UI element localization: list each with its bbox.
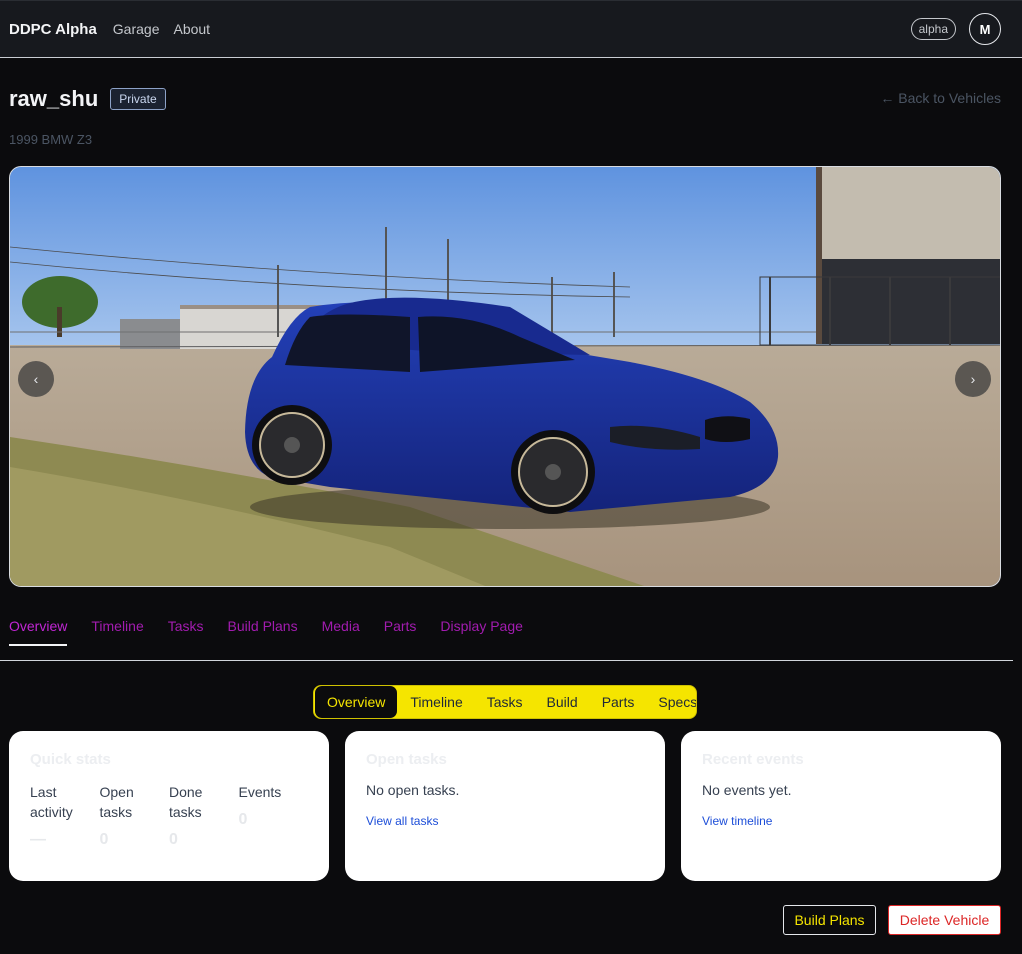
brand-logo[interactable]: DDPC Alpha <box>9 21 97 38</box>
user-avatar[interactable]: M <box>969 13 1001 45</box>
stat-label: Events <box>238 784 282 800</box>
vehicle-title-row: raw_shu Private <box>9 86 166 112</box>
tab-display-page[interactable]: Display Page <box>440 618 523 646</box>
open-tasks-empty: No open tasks. <box>366 782 460 798</box>
stat-done-tasks: Done tasks 0 <box>169 782 239 850</box>
quick-stats-grid: Last activity — Open tasks 0 Done tasks … <box>30 782 308 850</box>
view-all-tasks-link[interactable]: View all tasks <box>366 814 438 828</box>
recent-events-empty: No events yet. <box>702 782 792 798</box>
tab-build-plans[interactable]: Build Plans <box>228 618 298 646</box>
photo-carousel: ‹ › <box>9 166 1001 587</box>
stat-value: 0 <box>238 811 248 828</box>
tab-media[interactable]: Media <box>322 618 360 646</box>
vehicle-tabs: Overview Timeline Tasks Build Plans Medi… <box>9 618 523 646</box>
nav-garage-link[interactable]: Garage <box>113 21 160 37</box>
visibility-badge: Private <box>110 88 166 110</box>
segment-specs[interactable]: Specs <box>646 686 696 718</box>
navbar-right: alpha M <box>910 13 1001 45</box>
stat-label: Open tasks <box>99 784 134 820</box>
quick-stats-title: Quick stats <box>30 751 111 768</box>
segment-timeline[interactable]: Timeline <box>398 686 474 718</box>
segment-parts[interactable]: Parts <box>590 686 647 718</box>
tab-parts[interactable]: Parts <box>384 618 417 646</box>
delete-vehicle-button[interactable]: Delete Vehicle <box>888 905 1001 935</box>
stat-events: Events 0 <box>239 782 309 850</box>
recent-events-title: Recent events <box>702 751 804 768</box>
stat-last-activity: Last activity — <box>30 782 100 850</box>
quick-stats-card: Quick stats Last activity — Open tasks 0… <box>9 731 329 881</box>
stat-label: Done tasks <box>169 784 203 820</box>
vehicle-subtitle: 1999 BMW Z3 <box>9 132 93 147</box>
open-tasks-card: Open tasks No open tasks. View all tasks <box>345 731 665 881</box>
carousel-prev-button[interactable]: ‹ <box>18 361 54 397</box>
tab-tasks[interactable]: Tasks <box>168 618 204 646</box>
open-tasks-title: Open tasks <box>366 751 447 768</box>
build-plans-button[interactable]: Build Plans <box>783 905 876 935</box>
back-to-vehicles-link[interactable]: ← Back to Vehicles <box>880 90 1001 106</box>
nav-about-link[interactable]: About <box>173 21 210 37</box>
carousel-next-button[interactable]: › <box>955 361 991 397</box>
section-segmented-control: Overview Timeline Tasks Build Parts Spec… <box>313 685 697 719</box>
page-title: raw_shu <box>9 86 99 111</box>
tab-timeline[interactable]: Timeline <box>91 618 143 646</box>
env-badge: alpha <box>910 18 956 40</box>
vehicle-photo <box>10 167 1000 586</box>
segment-tasks[interactable]: Tasks <box>475 686 535 718</box>
stat-value: 0 <box>169 831 178 848</box>
top-navbar: DDPC Alpha Garage About alpha M <box>0 0 1022 58</box>
stat-value: — <box>30 831 46 848</box>
segment-overview[interactable]: Overview <box>315 686 398 718</box>
tabs-divider <box>0 660 1013 661</box>
segment-build[interactable]: Build <box>535 686 590 718</box>
tab-overview[interactable]: Overview <box>9 618 68 646</box>
stat-value: 0 <box>99 831 109 848</box>
recent-events-card: Recent events No events yet. View timeli… <box>681 731 1001 881</box>
view-timeline-link[interactable]: View timeline <box>702 814 772 828</box>
stat-label: Last activity <box>30 784 73 820</box>
stat-open-tasks: Open tasks 0 <box>100 782 170 850</box>
